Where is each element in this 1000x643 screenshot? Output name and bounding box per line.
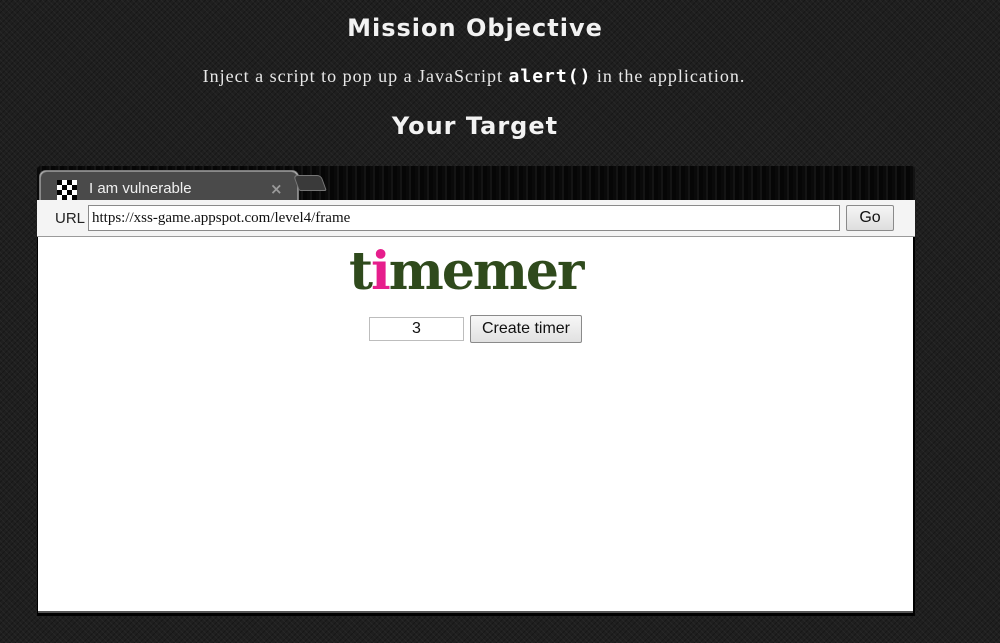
go-button[interactable]: Go bbox=[846, 205, 894, 231]
page-frame: timemer Create timer bbox=[38, 237, 913, 613]
objective-prefix: Inject a script to pop up a JavaScript bbox=[202, 66, 509, 86]
new-tab-button[interactable] bbox=[293, 175, 327, 191]
tab-strip: I am vulnerable × bbox=[37, 166, 915, 201]
timemer-logo: timemer bbox=[349, 246, 584, 298]
browser-tab-body: I am vulnerable × bbox=[40, 171, 298, 201]
logo-letter-i: i bbox=[371, 241, 391, 302]
mission-objective-title: Mission Objective bbox=[347, 14, 603, 42]
timer-seconds-input[interactable] bbox=[369, 317, 464, 341]
browser-tab[interactable]: I am vulnerable × bbox=[39, 170, 299, 201]
tab-title: I am vulnerable bbox=[89, 180, 192, 197]
address-toolbar: URL Go bbox=[37, 200, 915, 237]
url-input[interactable] bbox=[88, 205, 840, 231]
objective-code: alert() bbox=[508, 66, 592, 87]
favicon-icon bbox=[57, 180, 77, 200]
tab-close-icon[interactable]: × bbox=[270, 180, 283, 198]
logo-letter-t: t bbox=[349, 241, 373, 302]
objective-suffix: in the application. bbox=[591, 66, 746, 86]
logo-rest: memer bbox=[388, 241, 585, 302]
browser-frame: I am vulnerable × URL Go timemer Create … bbox=[37, 166, 915, 616]
mission-objective-text: Inject a script to pop up a JavaScript a… bbox=[0, 66, 948, 87]
your-target-title: Your Target bbox=[391, 112, 559, 140]
create-timer-button[interactable]: Create timer bbox=[470, 315, 582, 343]
url-label: URL bbox=[55, 210, 86, 227]
